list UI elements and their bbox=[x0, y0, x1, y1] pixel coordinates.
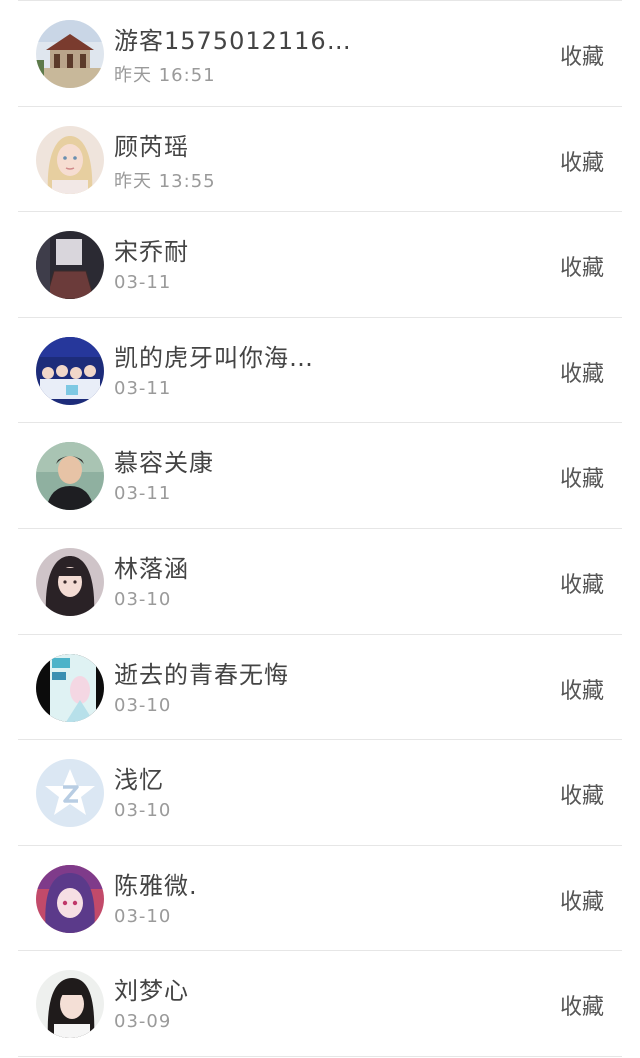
contact-name: 逝去的青春无悔 bbox=[114, 660, 289, 689]
avatar[interactable] bbox=[36, 759, 104, 828]
favorite-button[interactable]: 收藏 bbox=[560, 778, 604, 810]
favorite-button[interactable]: 收藏 bbox=[560, 461, 604, 493]
favorite-button[interactable]: 收藏 bbox=[560, 884, 604, 916]
contact-list: 游客1575012116… 昨天 16:51 收藏 顾芮瑶 昨天 13:55 收… bbox=[0, 1, 640, 1057]
favorite-button[interactable]: 收藏 bbox=[560, 39, 604, 71]
contact-name: 顾芮瑶 bbox=[114, 132, 189, 161]
list-item[interactable]: 顾芮瑶 昨天 13:55 收藏 bbox=[18, 107, 622, 213]
avatar[interactable] bbox=[36, 970, 104, 1039]
contact-name: 林落涵 bbox=[114, 554, 189, 583]
avatar[interactable] bbox=[36, 125, 104, 194]
list-item[interactable]: 宋乔耐 03-11 收藏 bbox=[18, 212, 622, 318]
avatar[interactable] bbox=[36, 336, 104, 405]
contact-name: 宋乔耐 bbox=[114, 238, 189, 267]
contact-name: 游客1575012116… bbox=[114, 27, 352, 55]
avatar[interactable] bbox=[36, 231, 104, 300]
contact-name: 浅忆 bbox=[114, 766, 164, 795]
contact-name: 慕容关康 bbox=[114, 449, 214, 478]
favorite-button[interactable]: 收藏 bbox=[560, 673, 604, 705]
contact-time: 03-10 bbox=[114, 694, 172, 716]
list-item[interactable]: 凯的虎牙叫你海… 03-11 收藏 bbox=[18, 318, 622, 424]
contact-time: 03-11 bbox=[114, 377, 172, 399]
list-item[interactable]: 刘梦心 03-09 收藏 bbox=[18, 951, 622, 1057]
favorite-button[interactable]: 收藏 bbox=[560, 567, 604, 599]
avatar[interactable] bbox=[36, 442, 104, 511]
favorite-button[interactable]: 收藏 bbox=[560, 145, 604, 177]
favorite-button[interactable]: 收藏 bbox=[560, 250, 604, 282]
list-item[interactable]: 逝去的青春无悔 03-10 收藏 bbox=[18, 635, 622, 741]
contact-time: 03-10 bbox=[114, 905, 172, 927]
favorite-button[interactable]: 收藏 bbox=[560, 989, 604, 1021]
contact-name: 刘梦心 bbox=[114, 977, 189, 1006]
avatar[interactable] bbox=[36, 864, 104, 933]
list-item[interactable]: 林落涵 03-10 收藏 bbox=[18, 529, 622, 635]
avatar[interactable] bbox=[36, 547, 104, 616]
contact-name: 凯的虎牙叫你海… bbox=[114, 343, 314, 372]
list-item[interactable]: 陈雅微. 03-10 收藏 bbox=[18, 846, 622, 952]
list-item[interactable]: 游客1575012116… 昨天 16:51 收藏 bbox=[18, 1, 622, 107]
contact-name: 陈雅微. bbox=[114, 871, 198, 900]
contact-time: 03-09 bbox=[114, 1011, 172, 1033]
avatar[interactable] bbox=[36, 653, 104, 722]
contact-time: 03-10 bbox=[114, 800, 172, 822]
contact-time: 03-10 bbox=[114, 588, 172, 610]
contact-time: 昨天 13:55 bbox=[114, 170, 216, 192]
list-item[interactable]: 浅忆 03-10 收藏 bbox=[18, 740, 622, 846]
contact-time: 昨天 16:51 bbox=[114, 65, 216, 86]
avatar[interactable] bbox=[36, 20, 104, 88]
contact-time: 03-11 bbox=[114, 272, 172, 294]
contact-time: 03-11 bbox=[114, 483, 172, 505]
favorite-button[interactable]: 收藏 bbox=[560, 356, 604, 388]
list-item[interactable]: 慕容关康 03-11 收藏 bbox=[18, 423, 622, 529]
